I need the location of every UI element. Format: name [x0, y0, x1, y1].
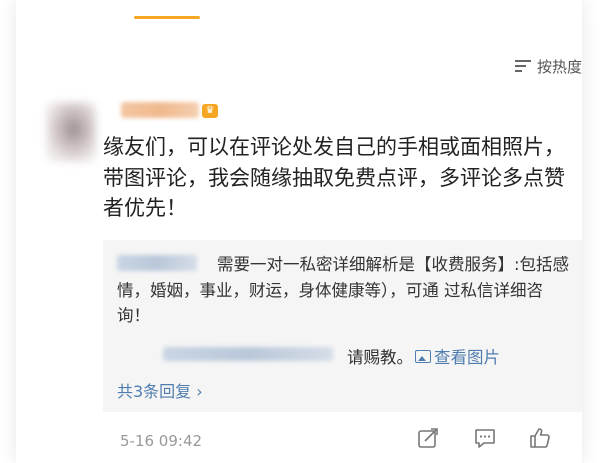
reply-item: 请赐教。 查看图片 [117, 344, 500, 368]
reply-text: 请赐教。 [347, 348, 413, 367]
reply-text: 需要一对一私密详细解析是【收费服务】:包括感情，婚姻，事业，财运，身体健康等），… [117, 255, 570, 325]
like-icon [530, 428, 550, 448]
comment-card: 按热度 ♛ 缘友们，可以在评论处发自己的手相或面相照片，带图评论，我会随缘抽取免… [16, 0, 582, 463]
image-icon [415, 349, 431, 363]
tab-indicator [134, 16, 200, 19]
view-image-label: 查看图片 [434, 348, 500, 367]
reply-box[interactable]: 需要一对一私密详细解析是【收费服务】:包括感情，婚姻，事业，财运，身体健康等），… [103, 240, 582, 412]
more-replies-link[interactable]: 共3条回复 › [117, 378, 203, 402]
comment-text: 缘友们，可以在评论处发自己的手相或面相照片，带图评论，我会随缘抽取免费点评，多评… [103, 135, 565, 220]
sort-by-heat-button[interactable]: 按热度 [514, 56, 582, 76]
username-blurred[interactable] [121, 102, 199, 118]
sort-label: 按热度 [536, 57, 582, 76]
comment-icon [475, 429, 495, 448]
share-button[interactable] [416, 426, 440, 450]
avatar[interactable] [46, 102, 96, 162]
like-button[interactable] [528, 426, 552, 450]
share-icon [418, 428, 438, 448]
view-image-link[interactable]: 查看图片 [415, 344, 500, 368]
vip-crown-icon: ♛ [202, 104, 218, 118]
sort-icon [514, 58, 533, 74]
reply-item: 需要一对一私密详细解析是【收费服务】:包括感情，婚姻，事业，财运，身体健康等），… [117, 252, 573, 329]
comment-timestamp: 5-16 09:42 [120, 432, 203, 450]
comment-button[interactable] [473, 426, 497, 450]
